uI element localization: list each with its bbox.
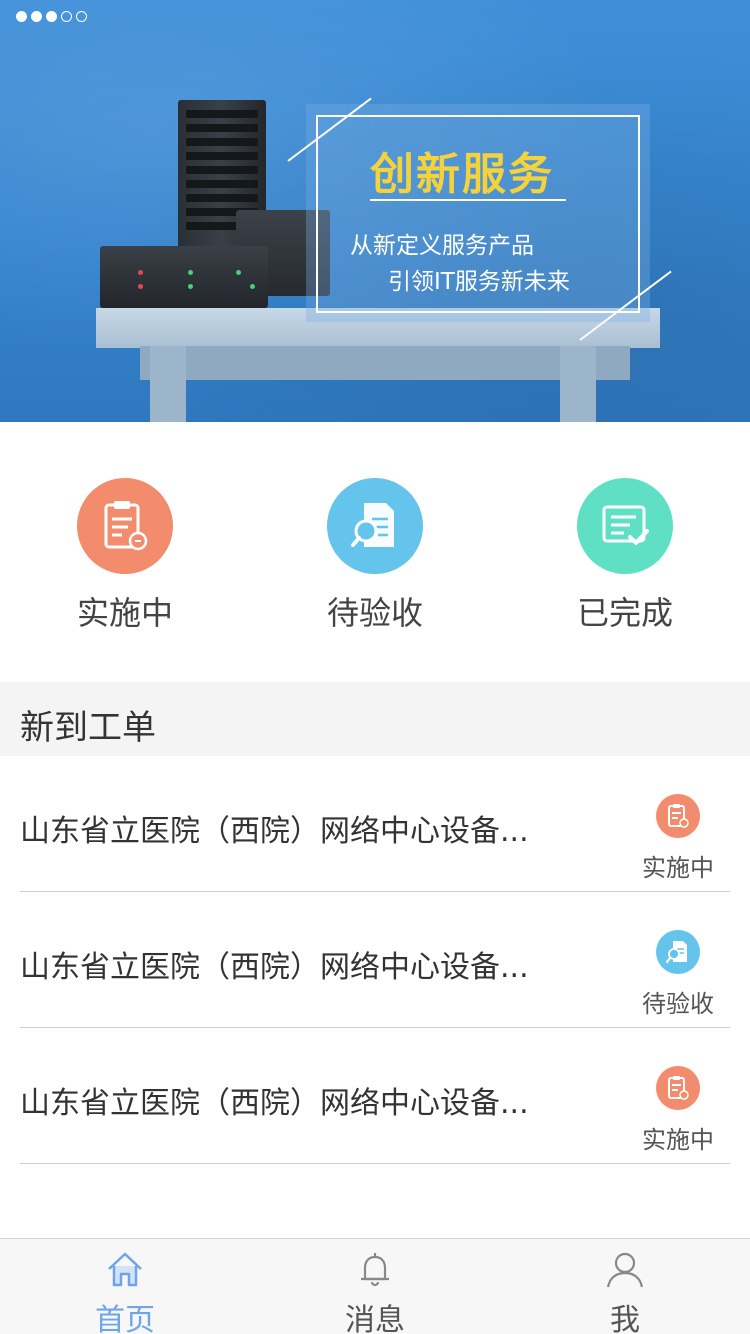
order-title: 山东省立医院（西院）网络中心设备... xyxy=(20,950,529,985)
section-title: 新到工单 xyxy=(20,708,156,748)
tab-messages[interactable]: 消息 xyxy=(250,1239,500,1334)
carousel-dot[interactable] xyxy=(16,11,27,22)
order-list-item[interactable]: 山东省立医院（西院）网络中心设备... 实施中 xyxy=(20,756,730,892)
order-status: 实施中 xyxy=(638,794,718,883)
user-icon xyxy=(605,1249,645,1293)
order-title: 山东省立医院（西院）网络中心设备... xyxy=(20,814,529,849)
title-underline xyxy=(370,199,566,201)
home-icon xyxy=(105,1249,145,1293)
table-leg xyxy=(560,346,596,422)
order-list: 山东省立医院（西院）网络中心设备... 实施中 山东省立医院（西院）网络中心设备… xyxy=(0,756,750,1164)
clipboard-icon xyxy=(77,478,173,574)
tab-label: 首页 xyxy=(95,1303,155,1334)
category-pending-acceptance[interactable]: 待验收 xyxy=(250,478,500,638)
tab-home[interactable]: 首页 xyxy=(0,1239,250,1334)
order-list-item[interactable]: 山东省立医院（西院）网络中心设备... 待验收 xyxy=(20,892,730,1028)
new-orders-header: 新到工单 xyxy=(0,682,750,756)
tab-label: 我 xyxy=(610,1303,640,1334)
clipboard-icon xyxy=(656,794,700,838)
category-label: 已完成 xyxy=(576,594,673,632)
server-nas-illustration xyxy=(100,246,268,308)
order-title: 山东省立医院（西院）网络中心设备... xyxy=(20,1086,529,1121)
checklist-done-icon xyxy=(577,478,673,574)
status-category-row: 实施中 待验收 已完成 xyxy=(0,478,750,638)
tab-profile[interactable]: 我 xyxy=(500,1239,750,1334)
bottom-tab-bar: 首页 消息 我 xyxy=(0,1238,750,1334)
banner-subtitle: 引领IT服务新未来 xyxy=(388,269,570,295)
carousel-dot[interactable] xyxy=(31,11,42,22)
order-status: 待验收 xyxy=(638,930,718,1019)
order-status: 实施中 xyxy=(638,1066,718,1155)
order-status-label: 实施中 xyxy=(642,1126,714,1154)
banner-carousel[interactable]: 创新服务 从新定义服务产品 引领IT服务新未来 xyxy=(0,0,750,422)
category-completed[interactable]: 已完成 xyxy=(500,478,750,638)
category-label: 待验收 xyxy=(326,594,423,632)
bell-icon xyxy=(355,1249,395,1293)
carousel-dot[interactable] xyxy=(76,11,87,22)
document-search-icon xyxy=(656,930,700,974)
banner-subtitle: 从新定义服务产品 xyxy=(350,233,534,259)
table-leg xyxy=(150,346,186,422)
category-in-progress[interactable]: 实施中 xyxy=(0,478,250,638)
carousel-dot[interactable] xyxy=(46,11,57,22)
order-status-label: 实施中 xyxy=(642,854,714,882)
tab-label: 消息 xyxy=(345,1303,405,1334)
carousel-indicator xyxy=(16,11,87,22)
clipboard-icon xyxy=(656,1066,700,1110)
category-label: 实施中 xyxy=(76,594,173,632)
document-search-icon xyxy=(327,478,423,574)
order-list-item[interactable]: 山东省立医院（西院）网络中心设备... 实施中 xyxy=(20,1028,730,1164)
order-status-label: 待验收 xyxy=(642,990,714,1018)
banner-title: 创新服务 xyxy=(370,149,554,200)
table-apron xyxy=(140,346,630,380)
carousel-dot[interactable] xyxy=(61,11,72,22)
